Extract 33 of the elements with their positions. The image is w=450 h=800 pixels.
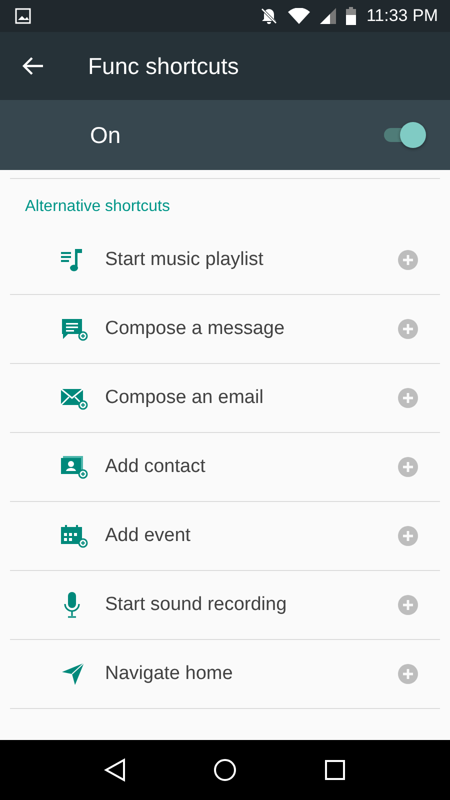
back-button[interactable]: [22, 56, 44, 76]
switch-label: On: [90, 122, 121, 148]
shortcut-label: Navigate home: [105, 663, 234, 685]
screen-title: Func shortcuts: [88, 52, 239, 80]
recent-apps-button[interactable]: [324, 759, 346, 781]
back-button[interactable]: [104, 758, 126, 782]
message-icon: [60, 316, 88, 342]
shortcut-label: Compose a message: [105, 318, 286, 340]
home-button[interactable]: [212, 758, 237, 782]
signal-icon: [320, 8, 336, 24]
add-button[interactable]: [398, 526, 418, 546]
add-button[interactable]: [398, 388, 418, 408]
image-icon: [15, 8, 31, 24]
add-button[interactable]: [398, 457, 418, 477]
toggle-switch[interactable]: [384, 122, 426, 148]
shortcut-label: Start music playlist: [105, 249, 264, 271]
clock-time: 11:33 PM: [366, 6, 438, 26]
add-button[interactable]: [398, 319, 418, 339]
back-arrow-icon: [22, 56, 44, 76]
muted-bell-icon: [260, 7, 278, 25]
navigation-arrow-icon: [60, 661, 86, 687]
battery-icon: [346, 7, 356, 25]
shortcut-label: Start sound recording: [105, 594, 288, 616]
shortcut-label: Add contact: [105, 456, 206, 478]
calendar-icon: [60, 523, 88, 549]
shortcut-label: Add event: [105, 525, 192, 547]
add-button[interactable]: [398, 664, 418, 684]
add-button[interactable]: [398, 595, 418, 615]
add-button[interactable]: [398, 250, 418, 270]
contact-card-icon: [60, 454, 88, 480]
section-header: Alternative shortcuts: [24, 197, 171, 217]
wifi-icon: [288, 8, 310, 24]
shortcut-label: Compose an email: [105, 387, 264, 409]
